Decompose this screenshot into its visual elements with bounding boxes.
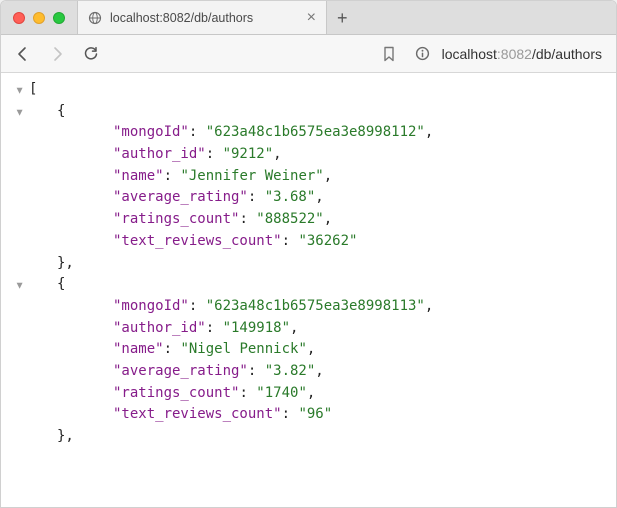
json-object-close: }, xyxy=(9,426,616,448)
json-field: "ratings_count": "888522", xyxy=(9,209,616,231)
disclosure-triangle-icon[interactable]: ▶ xyxy=(11,109,27,115)
window-minimize-button[interactable] xyxy=(33,12,45,24)
tab-bar: localhost:8082/db/authors × + xyxy=(1,1,616,35)
json-value: "623a48c1b6575ea3e8998113" xyxy=(206,298,425,314)
json-value: "9212" xyxy=(223,146,274,162)
window-fullscreen-button[interactable] xyxy=(53,12,65,24)
json-field: "name": "Jennifer Weiner", xyxy=(9,166,616,188)
forward-button[interactable] xyxy=(43,40,71,68)
json-key: "name" xyxy=(113,341,164,357)
address-bar[interactable]: localhost:8082/db/authors xyxy=(408,46,608,62)
url-path: /db/authors xyxy=(532,46,602,62)
json-object-close: }, xyxy=(9,253,616,275)
json-key: "author_id" xyxy=(113,146,206,162)
json-value: "3.68" xyxy=(265,189,316,205)
bookmark-icon[interactable] xyxy=(376,46,402,62)
browser-tab[interactable]: localhost:8082/db/authors × xyxy=(77,1,327,34)
json-key: "average_rating" xyxy=(113,189,248,205)
json-key: "author_id" xyxy=(113,320,206,336)
json-field: "text_reviews_count": "96" xyxy=(9,404,616,426)
json-value: "3.82" xyxy=(265,363,316,379)
json-object-open: ▶{ xyxy=(9,274,616,296)
json-field: "author_id": "9212", xyxy=(9,144,616,166)
json-value: "36262" xyxy=(298,233,357,249)
globe-icon xyxy=(88,11,102,25)
disclosure-triangle-icon[interactable]: ▶ xyxy=(11,88,27,94)
json-value: "Jennifer Weiner" xyxy=(180,168,323,184)
site-info-icon[interactable] xyxy=(410,46,436,61)
json-field: "average_rating": "3.82", xyxy=(9,361,616,383)
json-value: "888522" xyxy=(256,211,323,227)
new-tab-button[interactable]: + xyxy=(327,9,358,27)
json-key: "ratings_count" xyxy=(113,385,239,401)
json-value: "1740" xyxy=(256,385,307,401)
back-button[interactable] xyxy=(9,40,37,68)
json-key: "text_reviews_count" xyxy=(113,233,282,249)
json-key: "mongoId" xyxy=(113,298,189,314)
tab-title: localhost:8082/db/authors xyxy=(110,11,299,25)
json-value: "Nigel Pennick" xyxy=(180,341,306,357)
tab-close-icon[interactable]: × xyxy=(307,10,316,26)
json-field: "mongoId": "623a48c1b6575ea3e8998113", xyxy=(9,296,616,318)
disclosure-triangle-icon[interactable]: ▶ xyxy=(11,283,27,289)
window-close-button[interactable] xyxy=(13,12,25,24)
json-key: "mongoId" xyxy=(113,124,189,140)
json-key: "ratings_count" xyxy=(113,211,239,227)
window-controls xyxy=(1,12,77,24)
json-object-open: ▶{ xyxy=(9,101,616,123)
toolbar: localhost:8082/db/authors xyxy=(1,35,616,73)
json-key: "name" xyxy=(113,168,164,184)
browser-window: localhost:8082/db/authors × + localhost:… xyxy=(0,0,617,508)
url-port: :8082 xyxy=(497,46,532,62)
json-viewer: ▶[▶{"mongoId": "623a48c1b6575ea3e8998112… xyxy=(1,73,616,507)
json-field: "ratings_count": "1740", xyxy=(9,383,616,405)
json-key: "average_rating" xyxy=(113,363,248,379)
json-field: "name": "Nigel Pennick", xyxy=(9,339,616,361)
json-field: "text_reviews_count": "36262" xyxy=(9,231,616,253)
json-key: "text_reviews_count" xyxy=(113,406,282,422)
json-value: "96" xyxy=(298,406,332,422)
json-field: "author_id": "149918", xyxy=(9,318,616,340)
json-field: "mongoId": "623a48c1b6575ea3e8998112", xyxy=(9,122,616,144)
json-value: "623a48c1b6575ea3e8998112" xyxy=(206,124,425,140)
json-array-open: ▶[ xyxy=(9,79,616,101)
json-value: "149918" xyxy=(223,320,290,336)
reload-button[interactable] xyxy=(77,40,105,68)
url-host: localhost xyxy=(442,46,497,62)
json-field: "average_rating": "3.68", xyxy=(9,187,616,209)
